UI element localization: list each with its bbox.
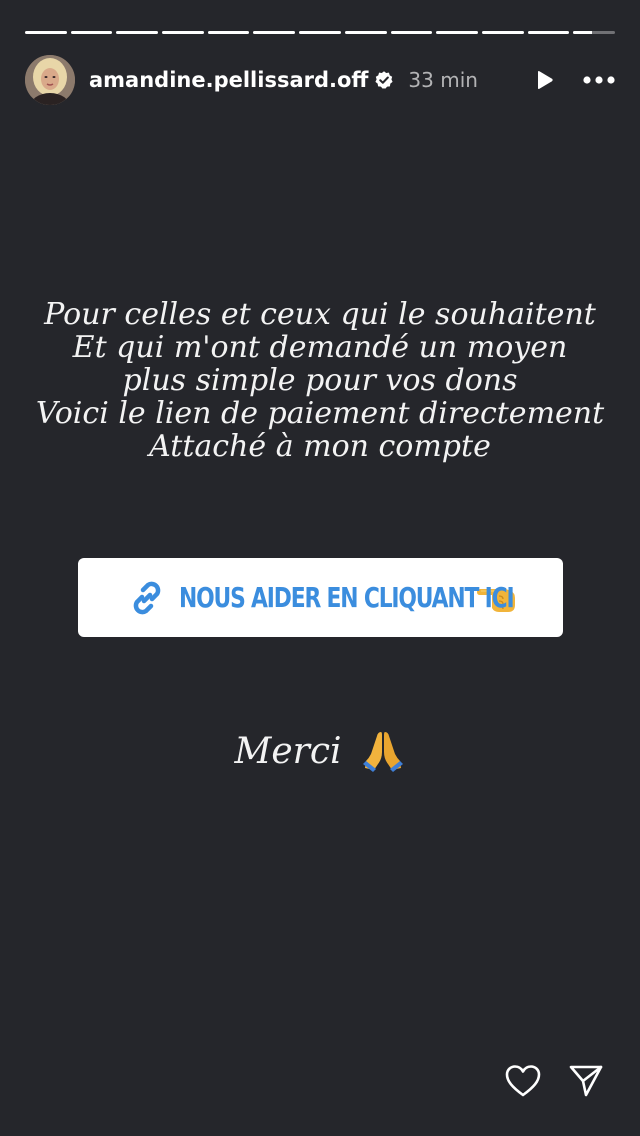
- send-icon[interactable]: [568, 1063, 604, 1099]
- caption-line: Voici le lien de paiement directement: [35, 396, 605, 431]
- progress-segment: [25, 31, 67, 34]
- progress-segment: [253, 31, 296, 34]
- progress-fill: [481, 31, 524, 34]
- folded-hands-icon: [362, 732, 403, 772]
- closing-text: Merci: [234, 730, 342, 772]
- progress-fill: [70, 31, 113, 34]
- progress-fill: [527, 31, 570, 34]
- progress-segment: [527, 31, 570, 34]
- progress-segment: [70, 31, 113, 34]
- progress-fill: [207, 31, 250, 34]
- caption-line: Pour celles et ceux qui le souhaitent: [44, 297, 596, 332]
- progress-segment: [344, 31, 387, 34]
- avatar-image: [25, 55, 75, 105]
- progress-segment: [116, 31, 159, 34]
- closing-message: Merci: [0, 728, 640, 774]
- heart-icon[interactable]: [504, 1064, 542, 1098]
- more-options-icon[interactable]: [583, 75, 615, 85]
- progress-fill: [253, 31, 296, 34]
- story-progress-bar: [25, 31, 615, 35]
- story-caption: Pour celles et ceux qui le souhaitent Et…: [20, 298, 620, 463]
- avatar[interactable]: [25, 55, 75, 105]
- progress-segment: [573, 31, 615, 34]
- play-icon[interactable]: [533, 69, 555, 91]
- verified-badge-icon: [375, 71, 394, 89]
- caption-line: Et qui m'ont demandé un moyen: [72, 330, 568, 365]
- progress-fill: [573, 31, 592, 34]
- caption-line: plus simple pour vos dons: [122, 363, 518, 398]
- progress-segment: [481, 31, 524, 34]
- story-header: amandine.pellissard.off 33 min: [25, 55, 615, 105]
- progress-fill: [25, 31, 67, 34]
- progress-fill: [344, 31, 387, 34]
- progress-segment: [390, 31, 433, 34]
- link-sticker[interactable]: NOUS AIDER EN CLIQUANT ICI: [78, 558, 563, 637]
- link-sticker-label: NOUS AIDER EN CLIQUANT ICI: [178, 581, 515, 614]
- progress-fill: [299, 31, 341, 34]
- link-icon: [133, 581, 160, 614]
- progress-segment: [436, 31, 478, 34]
- progress-segment: [207, 31, 250, 34]
- progress-fill: [390, 31, 433, 34]
- progress-fill: [436, 31, 478, 34]
- progress-segment: [299, 31, 341, 34]
- caption-line: Attaché à mon compte: [149, 429, 491, 464]
- progress-fill: [162, 31, 204, 34]
- post-time: 33 min: [408, 68, 478, 92]
- username[interactable]: amandine.pellissard.off: [89, 68, 368, 92]
- progress-fill: [116, 31, 159, 34]
- progress-segment: [162, 31, 204, 34]
